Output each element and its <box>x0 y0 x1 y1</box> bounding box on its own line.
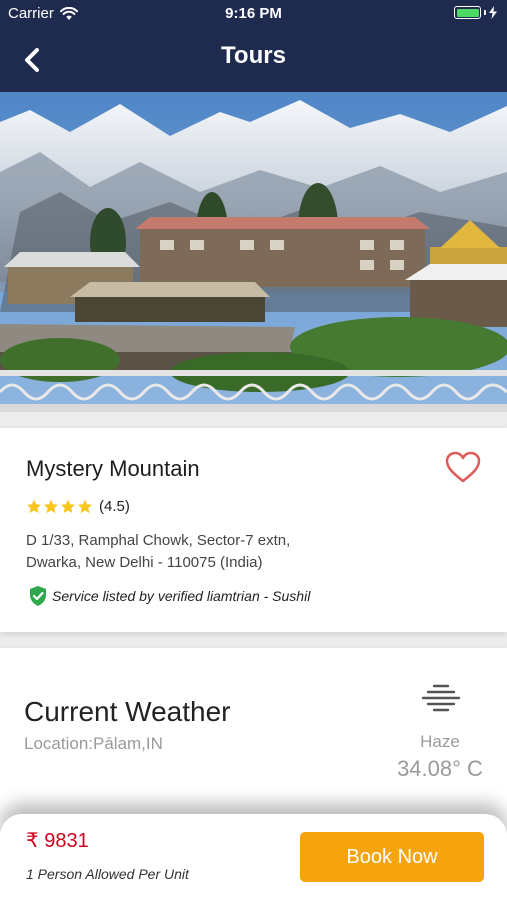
rating-stars <box>26 499 93 514</box>
star-icon <box>78 499 92 513</box>
battery-icon <box>454 6 497 19</box>
star-icon <box>27 499 41 513</box>
status-bar: Carrier 9:16 PM <box>0 0 507 28</box>
tour-name: Mystery Mountain <box>26 456 200 481</box>
page-title: Tours <box>221 42 286 69</box>
battery-level <box>456 8 479 17</box>
verified-shield-icon <box>30 586 46 606</box>
tour-address: D 1/33, Ramphal Chowk, Sector-7 extn, Dw… <box>26 532 291 571</box>
booking-bar: ₹ 9831 1 Person Allowed Per Unit Book No… <box>0 814 507 900</box>
weather-condition: Haze <box>420 732 460 751</box>
weather-location: Location:Pālam,IN <box>24 734 163 753</box>
star-icon <box>61 499 75 513</box>
status-time: 9:16 PM <box>225 5 282 22</box>
haze-icon <box>421 684 461 712</box>
nav-bar: Tours <box>0 28 507 92</box>
heart-outline-icon <box>445 451 481 483</box>
verified-text: Service listed by verified liamtrian - S… <box>52 588 311 604</box>
favorite-button[interactable] <box>444 450 482 489</box>
tour-info-card: Mystery Mountain (4.5) D 1/33, Ramphal C… <box>0 428 507 632</box>
star-icon <box>44 499 58 513</box>
weather-title: Current Weather <box>24 696 231 727</box>
verified-row: Service listed by verified liamtrian - S… <box>28 585 310 607</box>
rating-value: (4.5) <box>99 498 130 515</box>
tour-hero-image <box>0 92 507 412</box>
price-label: ₹ 9831 <box>26 830 89 852</box>
allowed-persons-label: 1 Person Allowed Per Unit <box>26 866 189 882</box>
rating-row: (4.5) <box>26 498 130 515</box>
weather-temperature: 34.08° C <box>397 756 483 781</box>
book-now-button[interactable]: Book Now <box>300 832 484 882</box>
charging-bolt-icon <box>489 6 497 19</box>
